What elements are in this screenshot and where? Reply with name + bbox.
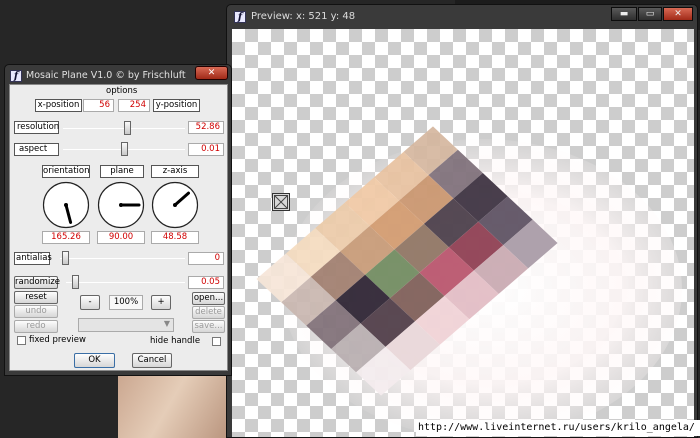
zoom-out-button[interactable]: - <box>80 295 100 310</box>
y-position-value[interactable]: 254 <box>118 99 150 112</box>
ok-button[interactable]: OK <box>74 353 115 368</box>
y-position-label: y-position <box>153 99 200 112</box>
plane-label: plane <box>100 165 144 178</box>
mosaic-plane-dialog: f Mosaic Plane V1.0 © by Frischluft in..… <box>4 64 232 376</box>
antialias-slider-thumb[interactable] <box>62 251 69 265</box>
randomize-value[interactable]: 0.05 <box>188 276 224 289</box>
open-button[interactable]: open... <box>192 292 225 305</box>
randomize-button[interactable]: randomize <box>14 276 60 289</box>
z-axis-dial[interactable] <box>151 181 199 229</box>
resolution-slider-thumb[interactable] <box>123 121 131 135</box>
redo-button[interactable]: redo <box>14 320 58 333</box>
crosshair-icon <box>274 195 288 209</box>
plane-value[interactable]: 90.00 <box>97 231 145 244</box>
chevron-down-icon: ▼ <box>163 319 170 328</box>
close-button[interactable]: ✕ <box>663 7 693 21</box>
aspect-value[interactable]: 0.01 <box>188 143 224 156</box>
aspect-label: aspect <box>14 143 59 156</box>
antialias-slider-track[interactable] <box>60 258 185 259</box>
resolution-value[interactable]: 52.86 <box>188 121 224 134</box>
dialog-title: Mosaic Plane V1.0 © by Frischluft in... <box>26 70 186 81</box>
orientation-label: orientation <box>42 165 90 178</box>
aspect-slider-thumb[interactable] <box>120 142 128 156</box>
preset-dropdown[interactable]: ▼ <box>78 318 174 332</box>
cancel-button[interactable]: Cancel <box>132 353 172 368</box>
save-button[interactable]: save... <box>192 320 225 333</box>
delete-button[interactable]: delete <box>192 306 225 319</box>
maximize-button[interactable]: ▭ <box>638 7 662 21</box>
x-position-value[interactable]: 56 <box>83 99 114 112</box>
minimize-button[interactable]: ▬ <box>611 7 637 21</box>
reset-button[interactable]: reset <box>14 291 58 304</box>
background-photo <box>118 372 236 438</box>
z-axis-label: z-axis <box>151 165 199 178</box>
preview-window: f Preview: x: 521 y: 48 ▬ ▭ ✕ <box>226 4 698 438</box>
hide-handle-label: hide handle <box>150 336 201 346</box>
options-heading: options <box>106 86 138 96</box>
zoom-level: 100% <box>109 295 143 310</box>
app-icon: f <box>10 70 22 82</box>
hide-handle-checkbox[interactable] <box>212 337 221 346</box>
position-handle[interactable] <box>272 193 290 211</box>
options-panel: options x-position 56 254 y-position res… <box>9 84 228 371</box>
z-axis-value[interactable]: 48.58 <box>151 231 199 244</box>
app-icon: f <box>234 11 246 23</box>
orientation-dial[interactable] <box>42 181 90 229</box>
preview-title-bar[interactable]: f Preview: x: 521 y: 48 ▬ ▭ ✕ <box>227 5 697 28</box>
randomize-slider-track[interactable] <box>66 282 185 283</box>
mosaic-render <box>256 126 558 396</box>
antialias-value[interactable]: 0 <box>188 252 224 265</box>
preview-title: Preview: x: 521 y: 48 <box>251 11 355 22</box>
preview-coordinates: x: 521 y: 48 <box>295 11 356 22</box>
randomize-slider-thumb[interactable] <box>71 275 79 289</box>
zoom-in-button[interactable]: + <box>151 295 171 310</box>
dialog-close-button[interactable]: ✕ <box>195 66 228 80</box>
preview-canvas[interactable] <box>232 29 694 437</box>
plane-dial[interactable] <box>97 181 145 229</box>
x-position-label: x-position <box>35 99 82 112</box>
preview-title-label: Preview: <box>251 11 293 22</box>
orientation-value[interactable]: 165.26 <box>42 231 90 244</box>
undo-button[interactable]: undo <box>14 305 58 318</box>
watermark-url: http://www.liveinternet.ru/users/krilo_a… <box>416 420 700 436</box>
resolution-label: resolution <box>14 121 59 134</box>
antialias-label: antialias <box>14 252 52 265</box>
fixed-preview-label: fixed preview <box>29 335 86 345</box>
fixed-preview-checkbox[interactable] <box>17 336 26 345</box>
